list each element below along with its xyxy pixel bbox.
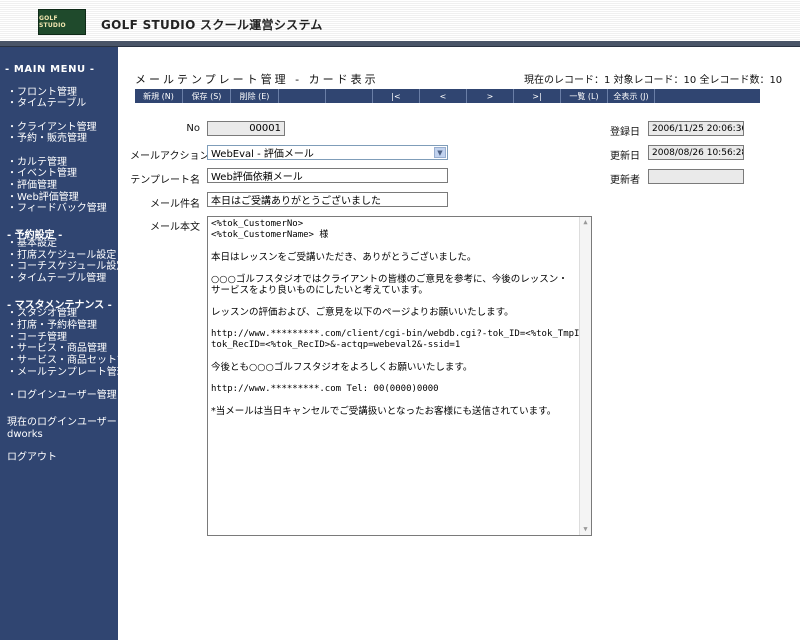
logout-link[interactable]: ログアウト <box>7 452 57 463</box>
mail-body-line: 本日はレッスンをご受講いただき、ありがとうございました。 <box>211 252 477 263</box>
subject-input[interactable]: 本日はご受講ありがとうございました <box>207 192 448 207</box>
updated-date-field: 2008/08/26 10:56:28 <box>648 145 744 160</box>
toolbar-spacer-2 <box>326 89 373 103</box>
show-all-button[interactable]: 全表示 (J) <box>608 89 655 103</box>
menu-service-product-sets[interactable]: ・サービス・商品セット管理 <box>7 355 137 366</box>
new-button[interactable]: 新規 (N) <box>135 89 183 103</box>
mail-body-line: ○○○ゴルフスタジオではクライアントの皆様のご意見を参考に、今後のレッスン・ <box>211 274 568 285</box>
mail-body-line: レッスンの評価および、ご意見を以下のページよりお願いいたします。 <box>211 307 514 318</box>
subject-label: メール件名 <box>150 199 200 210</box>
mail-body-line: 今後とも○○○ゴルフスタジオをよろしくお願いいたします。 <box>211 362 473 373</box>
last-record-button[interactable]: >| <box>514 89 561 103</box>
menu-bay-schedule[interactable]: ・打席スケジュール設定 <box>7 250 116 261</box>
menu-front[interactable]: ・フロント管理 <box>7 87 77 98</box>
toolbar-spacer <box>279 89 326 103</box>
header-divider <box>0 41 800 47</box>
registered-date-field: 2006/11/25 20:06:36 <box>648 121 744 136</box>
menu-login-users[interactable]: ・ログインユーザー管理 <box>7 390 117 401</box>
updater-field <box>648 169 744 184</box>
mail-action-value: WebEval - 評価メール <box>211 149 314 160</box>
menu-karte[interactable]: ・カルテ管理 <box>7 157 67 168</box>
record-counter: 現在のレコード：1 対象レコード：10 全レコード数：10 <box>524 75 783 86</box>
mail-body-lines: <%tok_CustomerNo> <%tok_CustomerName> 様 本… <box>211 219 592 417</box>
menu-web-evaluation[interactable]: ・Web評価管理 <box>7 192 79 203</box>
prev-record-button[interactable]: < <box>420 89 467 103</box>
list-view-button[interactable]: 一覧 (L) <box>561 89 608 103</box>
body-scrollbar[interactable]: ▲ ▼ <box>579 217 591 535</box>
mail-body-line <box>211 296 577 307</box>
body-label: メール本文 <box>150 222 200 233</box>
menu-evaluation[interactable]: ・評価管理 <box>7 180 57 191</box>
menu-bay-slots[interactable]: ・打席・予約枠管理 <box>7 320 97 331</box>
chevron-down-icon[interactable]: ▼ <box>434 147 446 158</box>
mail-action-label: メールアクション <box>130 151 210 162</box>
mail-body-line: http://www.*********.com/client/cgi-bin/… <box>211 329 592 339</box>
app-title: GOLF STUDIO スクール運営システム <box>101 18 323 32</box>
mail-body-line: <%tok_CustomerName> 様 <box>211 230 329 240</box>
no-field: 00001 <box>207 121 285 136</box>
current-user-name: dworks <box>7 429 43 440</box>
mail-body-line <box>211 395 577 406</box>
menu-mail-templates[interactable]: ・メールテンプレート管理 <box>7 367 127 378</box>
first-record-button[interactable]: |< <box>373 89 420 103</box>
mail-action-select[interactable]: WebEval - 評価メール ▼ <box>207 145 448 160</box>
mail-body-line <box>211 241 577 252</box>
menu-basic-settings[interactable]: ・基本設定 <box>7 238 57 249</box>
template-name-input[interactable]: Web評価依頼メール <box>207 168 448 183</box>
page-title: メールテンプレート管理 - カード表示 <box>135 73 379 86</box>
updater-label: 更新者 <box>610 175 640 186</box>
registered-date-label: 登録日 <box>610 127 640 138</box>
menu-client[interactable]: ・クライアント管理 <box>7 122 97 133</box>
mail-body-line: tok_RecID=<%tok_RecID>&-actqp=webeval2&-… <box>211 340 461 350</box>
mail-body-line <box>211 373 577 384</box>
sidebar: - MAIN MENU - ・フロント管理 ・タイムテーブル ・クライアント管理… <box>0 47 137 640</box>
template-name-label: テンプレート名 <box>130 175 200 186</box>
mail-body-line <box>211 351 577 362</box>
next-record-button[interactable]: > <box>467 89 514 103</box>
menu-event[interactable]: ・イベント管理 <box>7 168 77 179</box>
mail-body-line: http://www.*********.com Tel: 00(0000)00… <box>211 384 439 394</box>
menu-reservation-sales[interactable]: ・予約・販売管理 <box>7 133 87 144</box>
menu-timetable[interactable]: ・タイムテーブル <box>7 98 86 109</box>
updated-date-label: 更新日 <box>610 151 640 162</box>
menu-coach[interactable]: ・コーチ管理 <box>7 332 67 343</box>
scroll-down-icon[interactable]: ▼ <box>580 524 591 535</box>
mail-body-textarea[interactable]: <%tok_CustomerNo> <%tok_CustomerName> 様 本… <box>207 216 592 536</box>
delete-button[interactable]: 削除 (E) <box>231 89 279 103</box>
toolbar: 新規 (N) 保存 (S) 削除 (E) |< < > >| 一覧 (L) 全表… <box>135 89 760 103</box>
main-menu-heading: - MAIN MENU - <box>5 64 95 75</box>
menu-timetable-mgmt[interactable]: ・タイムテーブル管理 <box>7 273 106 284</box>
menu-service-products[interactable]: ・サービス・商品管理 <box>7 343 107 354</box>
mail-body-line: *当メールは当日キャンセルでご受講扱いとなったお客様にも送信されています。 <box>211 406 557 417</box>
header-bar: GOLF STUDIO GOLF STUDIO スクール運営システム <box>0 0 800 42</box>
mail-body-line: <%tok_CustomerNo> <box>211 219 304 229</box>
menu-feedback[interactable]: ・フィードバック管理 <box>7 203 107 214</box>
save-button[interactable]: 保存 (S) <box>183 89 231 103</box>
current-user-label: 現在のログインユーザー <box>7 417 117 428</box>
golf-studio-logo: GOLF STUDIO <box>38 9 86 35</box>
no-label: No <box>186 123 200 134</box>
scroll-up-icon[interactable]: ▲ <box>580 217 591 228</box>
mail-body-line: サービスをより良いものにしたいと考えています。 <box>211 285 428 296</box>
mail-body-line <box>211 318 577 329</box>
menu-studio[interactable]: ・スタジオ管理 <box>7 308 77 319</box>
toolbar-filler <box>655 89 760 103</box>
menu-coach-schedule[interactable]: ・コーチスケジュール設定 <box>7 261 126 272</box>
mail-body-line <box>211 263 577 274</box>
